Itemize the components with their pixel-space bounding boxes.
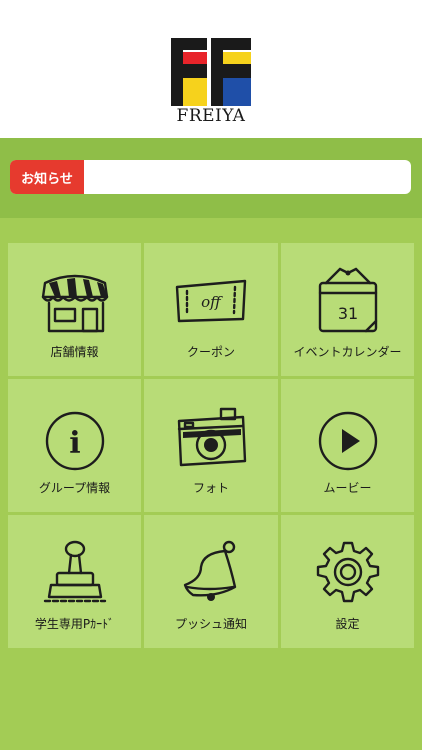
coupon-icon: off [175, 279, 247, 323]
info-glyph: i [69, 426, 80, 461]
calendar-icon: 31 [318, 267, 377, 333]
menu-tile-group-info[interactable]: i グループ情報 [8, 379, 141, 512]
app-header: FREIYA [0, 0, 422, 138]
menu-label: ムービー [323, 481, 372, 495]
menu-label: クーポン [186, 345, 235, 359]
freiya-logo: FREIYA [171, 38, 251, 128]
menu-tile-store-info[interactable]: 店舗情報 [8, 243, 141, 376]
menu-tile-push-notification[interactable]: プッシュ通知 [144, 515, 278, 648]
notice-band: お知らせ [0, 138, 422, 218]
notice-text [94, 160, 401, 194]
menu-tile-coupon[interactable]: off クーポン [144, 243, 278, 376]
notice-badge: お知らせ [10, 160, 84, 194]
menu-label: 設定 [335, 617, 360, 631]
menu-tile-event-calendar[interactable]: 31 イベントカレンダー [281, 243, 414, 376]
menu-label: 学生専用Pｶｰﾄﾞ [34, 617, 115, 631]
menu-tile-photo[interactable]: フォト [144, 379, 278, 512]
menu-tile-settings[interactable]: 設定 [281, 515, 414, 648]
play-icon [318, 411, 377, 471]
menu-label: イベントカレンダー [293, 345, 402, 359]
menu-label: 店舗情報 [50, 345, 99, 359]
menu-label: グループ情報 [38, 481, 111, 495]
info-icon: i [45, 411, 104, 471]
menu-label: プッシュ通知 [174, 617, 247, 631]
notice-bar[interactable]: お知らせ [10, 160, 411, 194]
freiya-logo-mark-icon [171, 38, 251, 106]
bell-icon [183, 540, 237, 601]
menu-tile-student-card[interactable]: 学生専用Pｶｰﾄﾞ [8, 515, 141, 648]
menu-grid: 店舗情報 off クーポン 31 イベントカレンダー i グループ情報 フォト … [8, 243, 414, 650]
gear-icon [316, 541, 379, 603]
camera-icon [177, 407, 247, 467]
menu-tile-movie[interactable]: ムービー [281, 379, 414, 512]
coupon-text: off [201, 293, 223, 311]
calendar-day: 31 [337, 304, 357, 323]
store-icon [41, 274, 108, 333]
stamp-icon [43, 540, 106, 603]
brand-name: FREIYA [176, 106, 246, 126]
menu-label: フォト [192, 481, 229, 495]
